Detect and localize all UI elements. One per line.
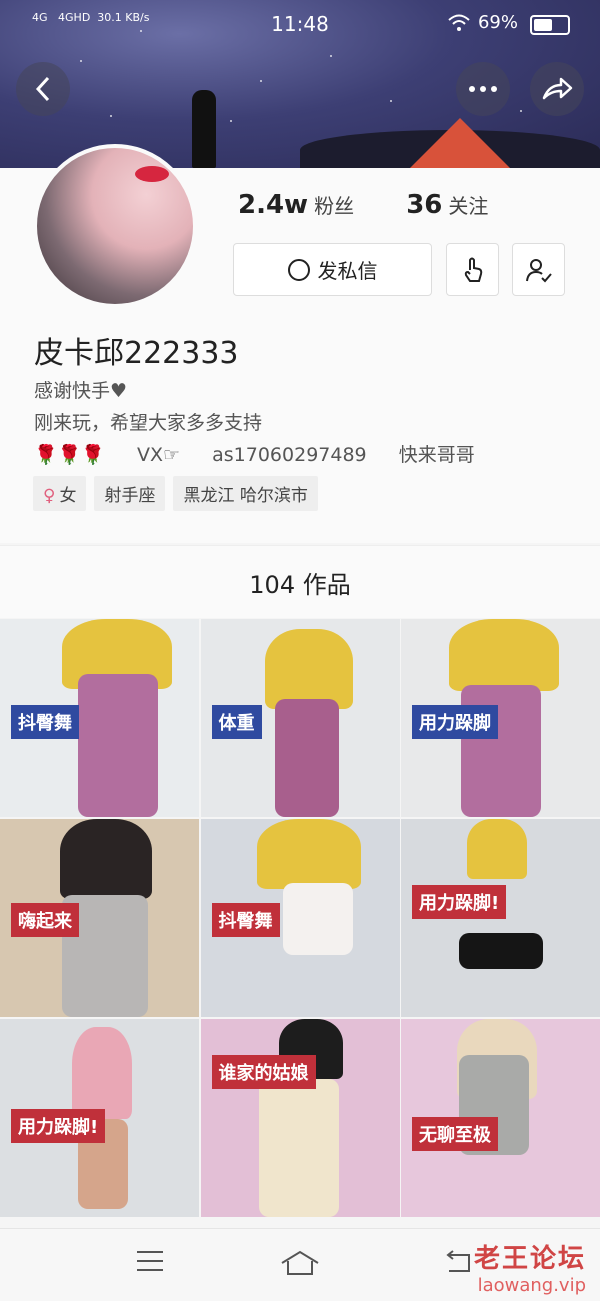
more-button[interactable] (456, 62, 510, 116)
following-count[interactable]: 36 (406, 190, 442, 220)
work-thumbnail[interactable]: 用力跺脚! (0, 1019, 199, 1217)
followers-count[interactable]: 2.4w (238, 190, 308, 220)
work-thumbnail[interactable]: 体重 (200, 619, 400, 817)
battery-icon (530, 15, 570, 35)
back-icon (446, 1250, 470, 1272)
work-label: 抖臀舞 (11, 705, 79, 739)
follow-status-button[interactable] (512, 243, 565, 296)
share-arrow-icon (542, 77, 573, 100)
menu-button[interactable] (130, 1249, 170, 1279)
watermark-url: laowang.vip (477, 1275, 586, 1296)
work-thumbnail[interactable]: 抖臀舞 (200, 819, 400, 1017)
female-icon: ♀ (43, 486, 56, 506)
works-tab[interactable]: 104 作品 (0, 545, 600, 618)
avatar[interactable] (33, 144, 197, 308)
share-button[interactable] (530, 62, 584, 116)
work-thumbnail[interactable]: 用力跺脚! (401, 819, 600, 1017)
work-label: 无聊至极 (412, 1117, 498, 1151)
work-thumbnail[interactable]: 嗨起来 (0, 819, 199, 1017)
home-button[interactable] (280, 1249, 320, 1279)
bio-line-2: 刚来玩，希望大家多多支持 (34, 412, 263, 434)
rose-emoji: 🌹🌹🌹 (34, 444, 105, 466)
watermark: 老王论坛 laowang.vip (474, 1238, 586, 1296)
menu-icon (137, 1251, 163, 1271)
profile-stats: 2.4w 粉丝 36 关注 (238, 190, 488, 220)
work-thumbnail[interactable]: 无聊至极 (401, 1019, 600, 1217)
work-label: 用力跺脚! (11, 1109, 106, 1143)
work-label: 嗨起来 (11, 903, 79, 937)
tap-button[interactable] (446, 243, 499, 296)
work-thumbnail[interactable]: 谁家的姑娘 (200, 1019, 400, 1217)
work-label: 谁家的姑娘 (211, 1055, 316, 1089)
profile-tags: ♀ 女 射手座 黑龙江 哈尔滨市 (33, 476, 318, 511)
bio-line-3: 🌹🌹🌹 VX☞ as17060297489 快来哥哥 (34, 440, 475, 467)
more-dots-icon (469, 86, 497, 92)
work-label: 用力跺脚 (412, 705, 498, 739)
back-nav-button[interactable] (438, 1249, 478, 1279)
chat-bubble-icon (287, 258, 310, 281)
back-arrow-icon (35, 76, 50, 102)
battery-percent: 69% (477, 12, 518, 33)
tag-zodiac: 射手座 (94, 476, 166, 511)
watermark-title: 老王论坛 (473, 1244, 586, 1274)
finger-tap-icon (464, 257, 482, 282)
followers-label[interactable]: 粉丝 (314, 194, 354, 218)
bio-line-1: 感谢快手♥ (34, 380, 128, 402)
bio-contact-id: as17060297489 (212, 444, 367, 466)
wifi-icon (448, 14, 470, 31)
following-label[interactable]: 关注 (448, 194, 488, 218)
send-message-label: 发私信 (317, 259, 378, 283)
status-bar: 4G 4GHD 30.1 KB/s 11:48 69% (0, 0, 600, 48)
home-icon (281, 1250, 319, 1275)
silhouette-person (192, 90, 216, 168)
bio-end: 快来哥哥 (398, 444, 475, 466)
bio-vx: VX☞ (137, 444, 181, 466)
back-button[interactable] (16, 62, 70, 116)
works-grid: 抖臀舞 体重 用力跺脚 嗨起来 抖臀舞 用力跺脚! 用力跺脚! 谁家的姑娘 无聊… (0, 619, 600, 1217)
work-thumbnail[interactable]: 用力跺脚 (401, 619, 600, 817)
user-check-icon (525, 258, 552, 282)
tent-shape (410, 118, 510, 168)
tag-gender: ♀ 女 (33, 476, 87, 511)
work-label: 体重 (211, 705, 262, 739)
profile-name: 皮卡邱222333 (34, 336, 239, 371)
work-thumbnail[interactable]: 抖臀舞 (0, 619, 199, 817)
send-message-button[interactable]: 发私信 (233, 243, 432, 296)
work-label: 用力跺脚! (412, 885, 507, 919)
tag-gender-label: 女 (59, 486, 77, 506)
work-label: 抖臀舞 (211, 903, 280, 937)
tag-location: 黑龙江 哈尔滨市 (173, 476, 318, 511)
